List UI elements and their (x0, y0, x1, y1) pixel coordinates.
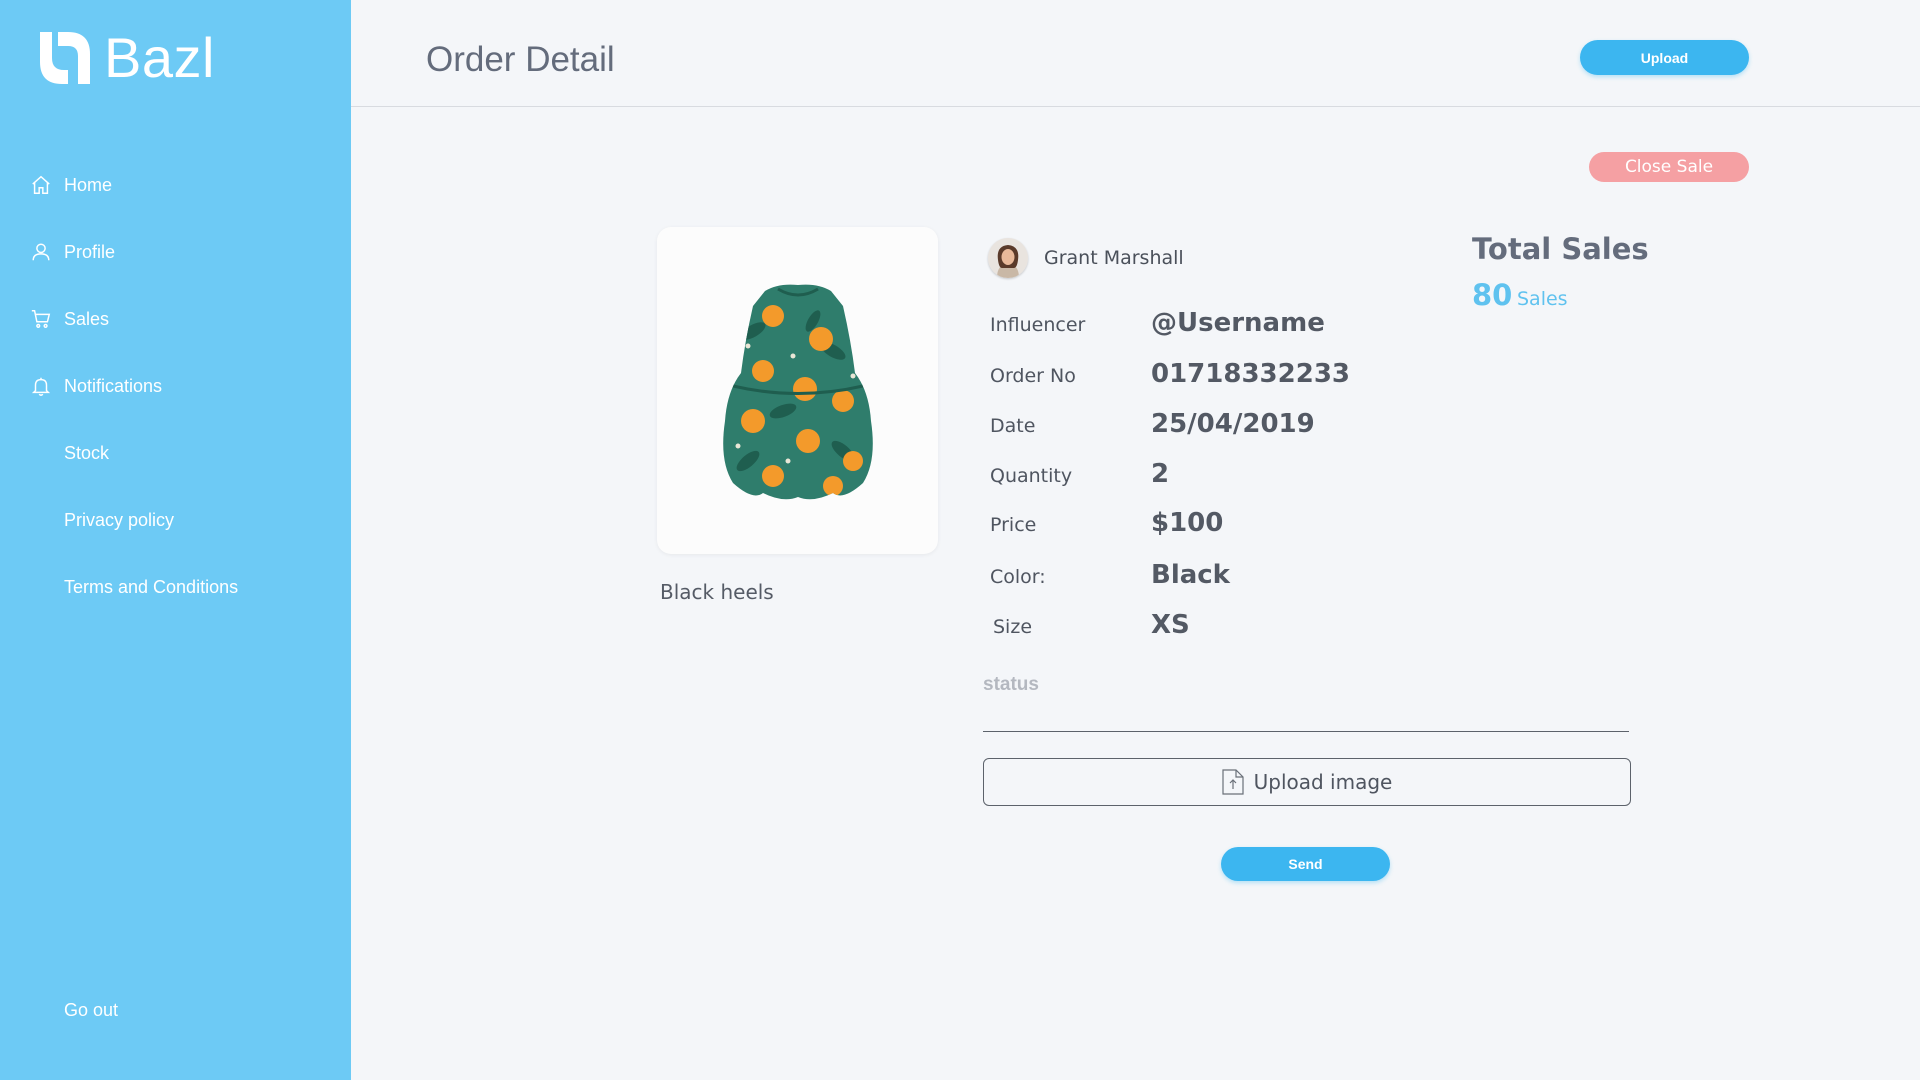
detail-value: 01718332233 (1151, 359, 1350, 389)
sidebar-item-privacy-policy[interactable]: Privacy policy (30, 500, 174, 540)
sidebar-item-sales[interactable]: Sales (30, 299, 109, 339)
total-sales-count: 80 (1472, 278, 1513, 312)
sidebar-item-profile[interactable]: Profile (30, 232, 115, 272)
file-upload-icon (1222, 769, 1244, 795)
product-image (722, 284, 873, 499)
detail-label: Color: (990, 566, 1046, 588)
seller-name: Grant Marshall (1044, 247, 1184, 269)
detail-value: 2 (1151, 459, 1170, 489)
upload-image-button[interactable]: Upload image (983, 758, 1631, 806)
sidebar-item-label: Privacy policy (64, 509, 175, 530)
sidebar-item-label: Profile (64, 241, 116, 262)
detail-value: XS (1151, 610, 1190, 640)
total-sales-unit: Sales (1517, 288, 1568, 310)
detail-value: @Username (1151, 308, 1325, 338)
sidebar-item-label: Home (64, 174, 113, 195)
detail-label: Quantity (990, 465, 1073, 487)
sidebar-item-terms[interactable]: Terms and Conditions (30, 567, 238, 607)
total-sales-title: Total Sales (1472, 232, 1649, 266)
send-button[interactable]: Send (1221, 847, 1390, 881)
sidebar-item-home[interactable]: Home (30, 165, 112, 205)
home-icon (30, 174, 52, 196)
seller-info: Grant Marshall (988, 238, 1184, 278)
page-title: Order Detail (426, 40, 615, 79)
sidebar-item-stock[interactable]: Stock (30, 433, 109, 473)
upload-image-label: Upload image (1253, 770, 1393, 794)
go-out-link[interactable]: Go out (64, 1000, 118, 1021)
upload-button[interactable]: Upload (1580, 40, 1749, 75)
detail-value: Black (1151, 560, 1230, 590)
sidebar-item-label: Sales (64, 308, 110, 329)
avatar (988, 238, 1028, 278)
detail-label: Order No (990, 365, 1076, 387)
cart-icon (30, 308, 52, 330)
close-sale-button[interactable]: Close Sale (1589, 152, 1749, 182)
page-header: Order Detail Upload (351, 0, 1920, 107)
status-label: status (983, 674, 1039, 695)
detail-label: Date (990, 415, 1036, 437)
sidebar: Bazl Home Profile Sales Notifications St… (0, 0, 351, 1080)
sidebar-item-label: Stock (64, 442, 110, 463)
brand-logo[interactable]: Bazl (36, 30, 215, 86)
sidebar-item-notifications[interactable]: Notifications (30, 366, 162, 406)
detail-value: 25/04/2019 (1151, 409, 1315, 439)
detail-value: $100 (1151, 508, 1224, 538)
bell-icon (30, 375, 52, 397)
sidebar-item-label: Notifications (64, 375, 163, 396)
product-name: Black heels (660, 580, 774, 604)
detail-label: Size (993, 616, 1033, 638)
brand-name: Bazl (104, 26, 215, 89)
detail-label: Price (990, 514, 1037, 536)
product-image-card (657, 227, 938, 554)
sidebar-item-label: Terms and Conditions (64, 576, 239, 597)
bazl-logo-icon (40, 32, 90, 84)
detail-label: Influencer (990, 314, 1086, 336)
status-input[interactable] (983, 700, 1629, 732)
user-icon (30, 241, 52, 263)
